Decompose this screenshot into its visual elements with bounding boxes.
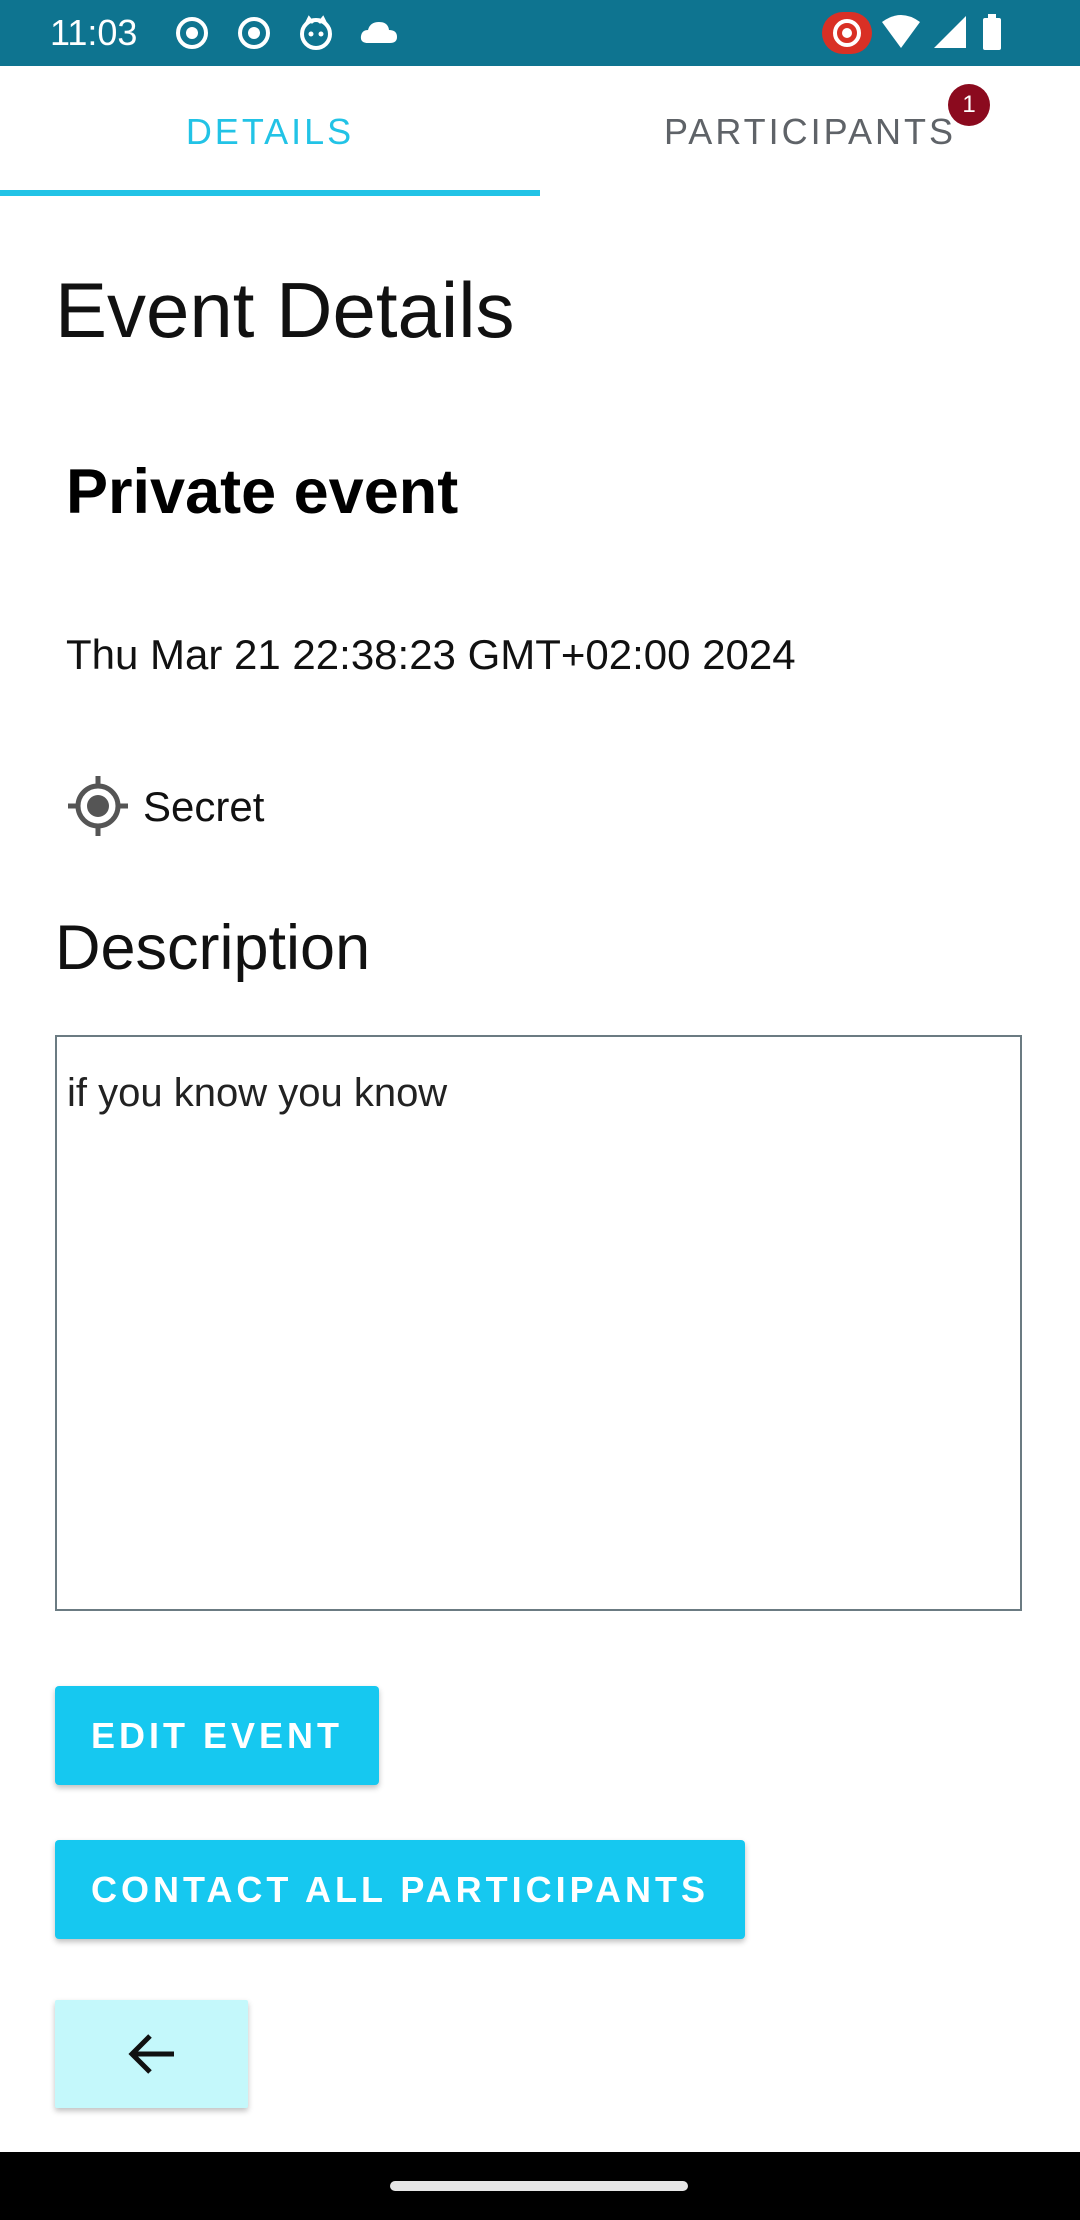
- back-button[interactable]: [55, 2000, 248, 2108]
- tab-bar: DETAILS PARTICIPANTS 1: [0, 66, 1080, 198]
- tab-details[interactable]: DETAILS: [0, 66, 540, 198]
- record-icon: [176, 17, 208, 49]
- cloud-icon: [360, 22, 397, 43]
- status-bar: 11:03: [0, 0, 1080, 66]
- system-nav-bar: [0, 2152, 1080, 2220]
- page-title: Event Details: [55, 266, 515, 354]
- contact-all-participants-button[interactable]: CONTACT ALL PARTICIPANTS: [55, 1840, 745, 1939]
- home-gesture-handle[interactable]: [390, 2181, 688, 2191]
- description-text: if you know you know: [67, 1071, 448, 1115]
- arrow-back-icon: [127, 2034, 174, 2074]
- description-title: Description: [55, 913, 371, 983]
- status-time: 11:03: [50, 12, 138, 53]
- event-name: Private event: [66, 457, 459, 527]
- participants-badge: 1: [948, 84, 990, 126]
- wifi-icon: [882, 15, 920, 48]
- battery-icon: [983, 14, 1001, 50]
- tab-participants-label: PARTICIPANTS: [663, 111, 957, 152]
- location-target-icon: [68, 776, 128, 836]
- record-icon: [238, 17, 270, 49]
- event-date: Thu Mar 21 22:38:23 GMT+02:00 2024: [66, 631, 796, 678]
- cast-record-icon: [822, 12, 872, 54]
- cat-icon: [300, 15, 332, 50]
- edit-event-button[interactable]: EDIT EVENT: [55, 1686, 379, 1785]
- signal-icon: [934, 16, 966, 48]
- tab-indicator: [0, 190, 540, 196]
- description-box[interactable]: if you know you know: [55, 1035, 1022, 1611]
- event-location: Secret: [143, 783, 265, 830]
- tab-participants[interactable]: PARTICIPANTS: [540, 66, 1080, 198]
- tab-details-label: DETAILS: [185, 111, 355, 152]
